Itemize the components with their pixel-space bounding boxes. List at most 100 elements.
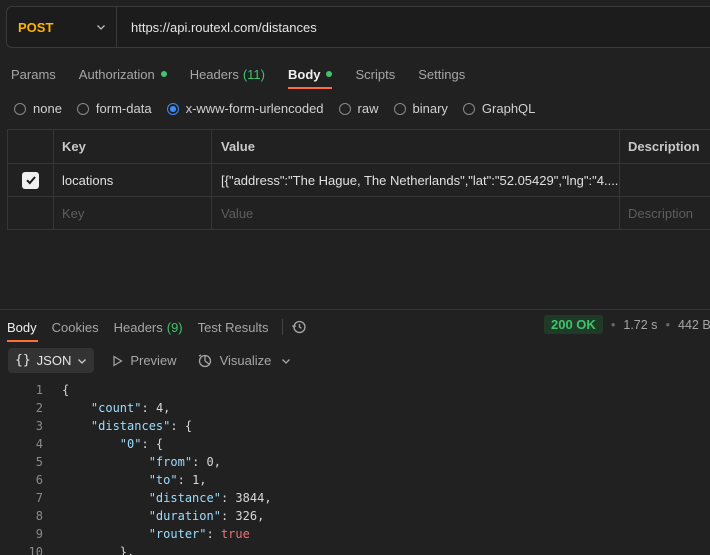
check-icon — [25, 176, 36, 185]
format-select[interactable]: {} JSON — [8, 348, 95, 373]
tab-label: Settings — [418, 66, 466, 82]
table-header-row: Key Value Description — [7, 130, 710, 164]
response-view-bar: {} JSON Preview Visualize — [8, 348, 291, 373]
code-line: 6 "to": 1, — [0, 471, 710, 489]
table-row-empty: Key Value Description — [7, 197, 710, 230]
meta-separator: • — [665, 317, 670, 332]
radio-none[interactable]: none — [14, 101, 62, 116]
row-checkbox-cell — [7, 197, 53, 229]
description-input[interactable]: Description — [619, 197, 710, 229]
url-input[interactable]: https://api.routexl.com/distances — [117, 20, 317, 35]
tab-body[interactable]: Body — [277, 60, 345, 89]
header-checkbox-cell — [7, 130, 53, 163]
line-number: 10 — [28, 545, 43, 555]
tab-cookies[interactable]: Cookies — [45, 313, 107, 341]
tab-label: Scripts — [355, 66, 396, 82]
chevron-down-icon — [78, 358, 87, 364]
tab-count: (11) — [242, 66, 265, 82]
radio-graphql[interactable]: GraphQL — [462, 101, 536, 116]
response-tabs: Body Cookies Headers (9) Test Results — [0, 313, 307, 342]
code-text: { — [62, 383, 70, 397]
radio-form-data[interactable]: form-data — [76, 101, 152, 116]
preview-label: Preview — [130, 353, 177, 368]
tab-authorization[interactable]: Authorization — [68, 60, 179, 88]
radio-label: GraphQL — [481, 101, 536, 116]
radio-label: x-www-form-urlencoded — [185, 101, 324, 116]
url-bar: POST https://api.routexl.com/distances — [6, 6, 710, 48]
code-text: "router": true — [148, 527, 250, 541]
radio-button[interactable] — [76, 102, 89, 115]
tab-response-headers[interactable]: Headers (9) — [107, 313, 191, 341]
radio-button[interactable] — [462, 102, 475, 115]
line-number: 8 — [35, 509, 43, 523]
visualize-dropdown[interactable] — [281, 356, 291, 366]
code-text: "duration": 326, — [148, 509, 265, 523]
code-text: "0": { — [119, 437, 164, 451]
code-text: "count": 4, — [90, 401, 171, 415]
code-line: 9 "router": true — [0, 525, 710, 543]
value-input[interactable]: Value — [211, 197, 619, 229]
radio-raw[interactable]: raw — [338, 101, 379, 116]
radio-label: binary — [412, 101, 448, 116]
tab-label: Body — [287, 66, 321, 82]
column-header-value: Value — [211, 130, 619, 163]
radio-label: raw — [357, 101, 379, 116]
radio-button[interactable] — [14, 102, 26, 115]
pane-divider[interactable] — [0, 309, 710, 310]
response-size[interactable]: 442 B — [678, 318, 710, 332]
tab-response-body[interactable]: Body — [0, 313, 45, 342]
response-time[interactable]: 1.72 s — [623, 318, 657, 332]
row-checkbox-cell — [7, 164, 53, 196]
code-line: 10 }, — [0, 543, 710, 555]
radio-x-www-form-urlencoded[interactable]: x-www-form-urlencoded — [166, 101, 324, 116]
visualize-label: Visualize — [219, 353, 272, 368]
code-text: "from": 0, — [148, 455, 221, 469]
line-number: 4 — [35, 437, 43, 451]
radio-button[interactable] — [338, 102, 351, 115]
line-number: 1 — [35, 383, 43, 397]
code-line: 3 "distances": { — [0, 417, 710, 435]
column-header-description: Description — [619, 130, 710, 163]
code-text: "to": 1, — [148, 473, 207, 487]
line-number: 2 — [35, 401, 43, 415]
response-meta: 200 OK • 1.72 s • 442 B — [544, 315, 710, 334]
tab-label: Authorization — [78, 66, 155, 82]
response-body-editor[interactable]: 1{2 "count": 4, 3 "distances": {4 "0": {5… — [0, 381, 710, 555]
tab-params[interactable]: Params — [0, 60, 68, 88]
line-number: 9 — [35, 527, 43, 541]
description-cell[interactable] — [619, 164, 710, 196]
value-cell[interactable]: [{"address":"The Hague, The Netherlands"… — [211, 164, 619, 196]
request-tabs: Params Authorization Headers (11) Body Sc… — [0, 60, 477, 90]
key-cell[interactable]: locations — [53, 164, 211, 196]
code-text: "distances": { — [90, 419, 193, 433]
preview-button[interactable]: Preview — [112, 353, 177, 368]
play-icon — [113, 354, 123, 367]
tab-headers[interactable]: Headers (11) — [179, 60, 277, 88]
tab-label: Test Results — [197, 319, 269, 335]
code-text: }, — [62, 545, 135, 555]
tab-settings[interactable]: Settings — [407, 60, 477, 88]
radio-binary[interactable]: binary — [393, 101, 448, 116]
tab-label: Body — [7, 319, 37, 335]
line-number: 6 — [35, 473, 43, 487]
separator — [282, 319, 284, 335]
chevron-down-icon — [282, 358, 291, 364]
meta-separator: • — [610, 317, 616, 332]
visualize-icon — [198, 353, 211, 367]
visualize-button[interactable]: Visualize — [197, 353, 272, 369]
row-checkbox[interactable] — [22, 171, 39, 189]
tab-label: Headers — [113, 319, 163, 335]
tab-test-results[interactable]: Test Results — [191, 313, 277, 341]
format-label: JSON — [36, 353, 72, 368]
radio-button[interactable] — [393, 102, 406, 115]
tab-label: Headers — [189, 66, 239, 82]
key-input[interactable]: Key — [53, 197, 211, 229]
radio-button[interactable] — [166, 102, 179, 115]
history-button[interactable] — [291, 319, 307, 335]
tab-scripts[interactable]: Scripts — [344, 60, 407, 88]
tab-count: (9) — [166, 319, 183, 335]
tab-label: Cookies — [51, 319, 99, 335]
status-badge[interactable]: 200 OK — [544, 315, 603, 334]
method-select[interactable]: POST — [7, 7, 117, 47]
table-row: locations [{"address":"The Hague, The Ne… — [7, 164, 710, 197]
